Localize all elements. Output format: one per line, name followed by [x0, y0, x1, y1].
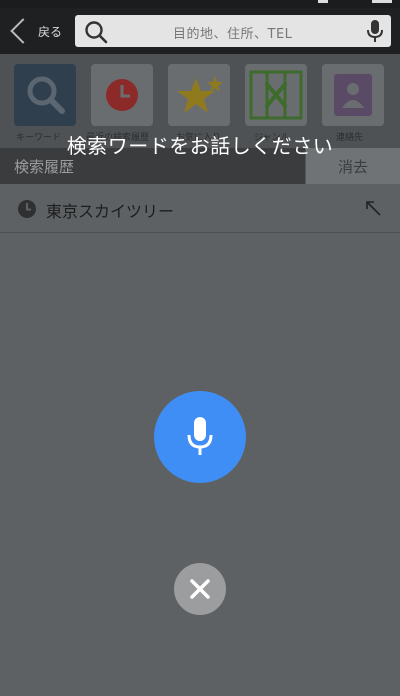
search-icon — [27, 76, 65, 114]
back-button[interactable]: 戻る — [8, 14, 70, 48]
nav-bar: 戻る 目的地、住所、TEL — [0, 8, 400, 54]
microphone-button[interactable] — [154, 391, 246, 483]
category-keyword[interactable] — [14, 64, 76, 126]
search-placeholder: 目的地、住所、TEL — [173, 27, 293, 42]
restaurant-icon — [249, 70, 303, 120]
category-favorites[interactable] — [168, 64, 230, 126]
category-contacts[interactable] — [322, 64, 384, 126]
history-title: 検索履歴 — [14, 158, 75, 176]
star-icon — [177, 76, 223, 113]
history-item[interactable]: 東京スカイツリー — [0, 184, 400, 233]
clock-icon — [18, 200, 36, 218]
clear-label: 消去 — [338, 158, 369, 176]
clock-icon — [106, 79, 138, 111]
contact-icon — [334, 74, 372, 116]
voice-prompt: 検索ワードをお話しください — [66, 134, 334, 158]
category-history[interactable] — [91, 64, 153, 126]
search-icon — [85, 21, 108, 44]
back-label: 戻る — [38, 24, 63, 39]
close-button[interactable] — [174, 563, 226, 615]
chevron-left-icon — [10, 18, 36, 44]
history-item-text: 東京スカイツリー — [46, 202, 175, 221]
microphone-icon — [187, 417, 213, 455]
battery-icon — [372, 0, 392, 3]
category-genre[interactable] — [245, 64, 307, 126]
close-icon — [190, 579, 210, 599]
status-bar — [0, 0, 400, 8]
search-input[interactable]: 目的地、住所、TEL — [75, 15, 391, 47]
arrow-up-left-icon[interactable] — [362, 197, 384, 219]
status-indicator — [318, 0, 328, 3]
microphone-icon[interactable] — [365, 19, 385, 43]
